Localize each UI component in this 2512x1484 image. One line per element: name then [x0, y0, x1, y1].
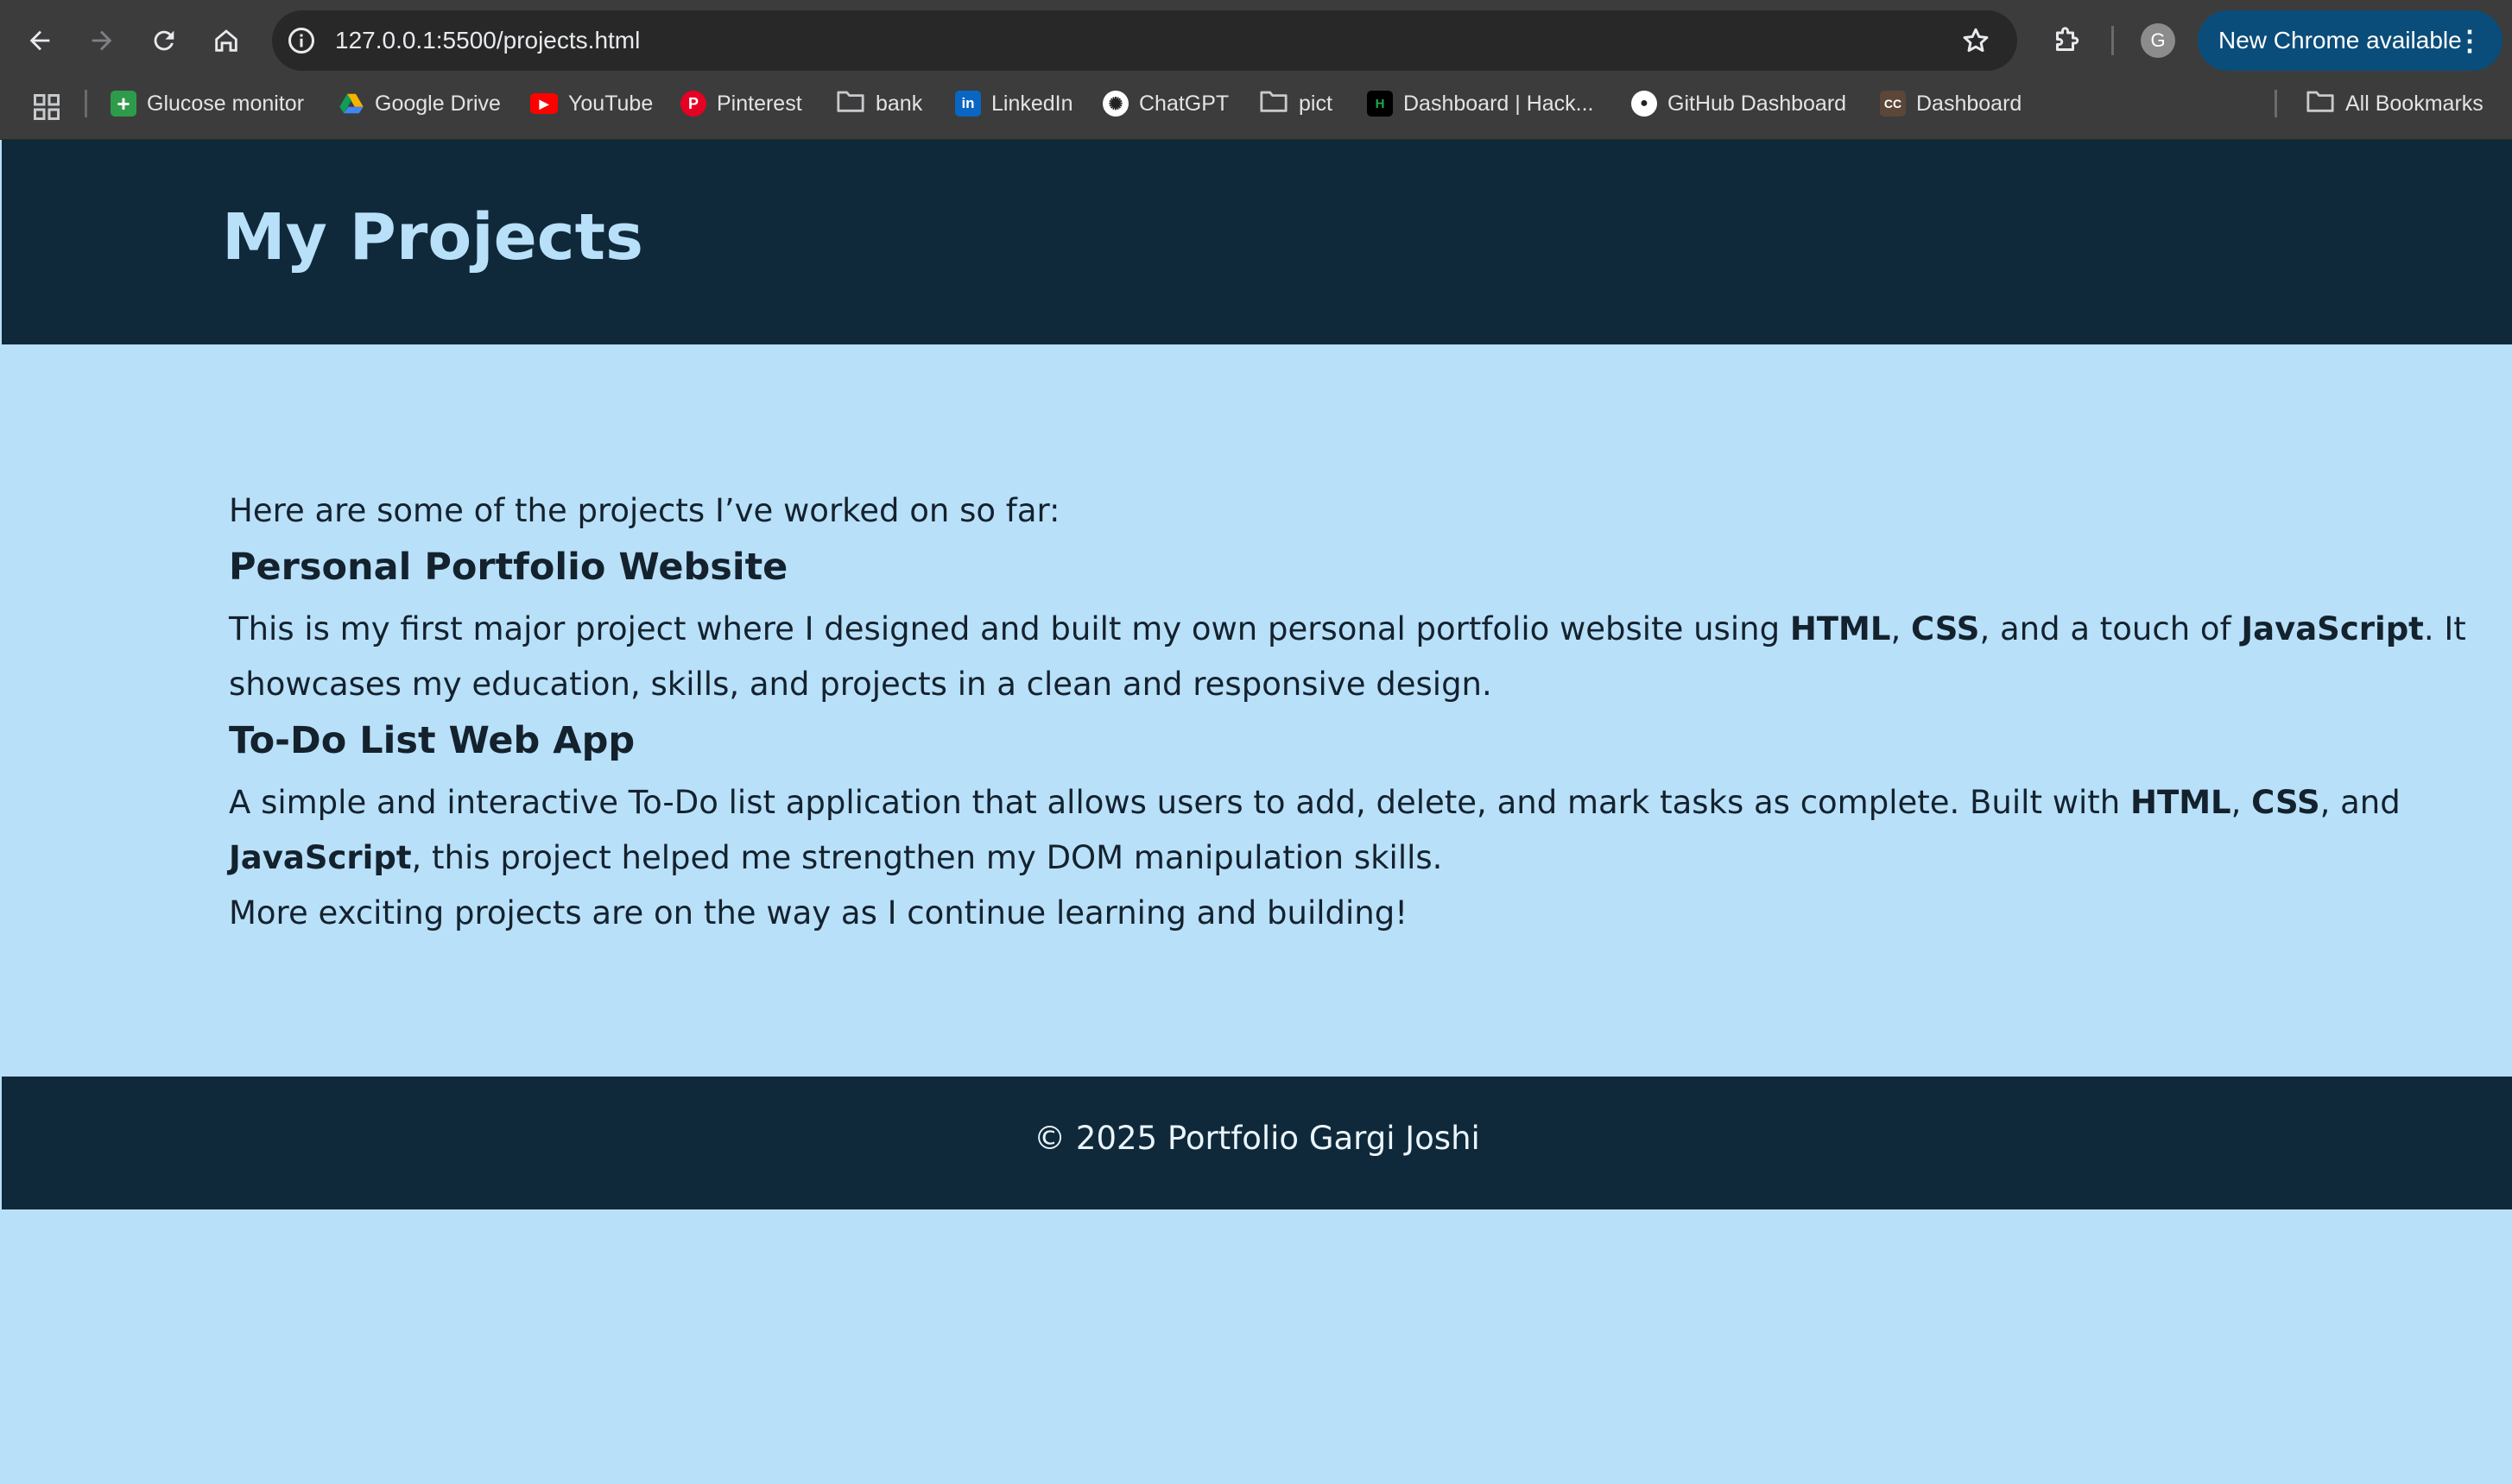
intro-text: Here are some of the projects I’ve worke…	[229, 492, 1060, 529]
bookmark-star-icon[interactable]	[1960, 25, 1991, 56]
browser-toolbar: 127.0.0.1:5500/projects.html G New Chrom…	[0, 0, 2512, 81]
codechef-icon: CC	[1880, 91, 1906, 117]
apps-grid-icon[interactable]	[31, 92, 62, 123]
bookmarks-bar: + Glucose monitor Google Drive ▶ YouTube…	[0, 81, 2512, 140]
bookmark-label: Pinterest	[717, 91, 802, 116]
extensions-puzzle-icon[interactable]	[2046, 20, 2087, 61]
site-footer: © 2025 Portfolio Gargi Joshi	[2, 1077, 2512, 1209]
github-icon: ●	[1631, 91, 1657, 117]
bookmarks-divider	[85, 90, 87, 117]
bookmark-label: LinkedIn	[991, 91, 1073, 116]
project-description-line: JavaScript, this project helped me stren…	[229, 839, 1443, 876]
update-label: New Chrome available	[2218, 27, 2462, 54]
bookmark-folder-pict[interactable]: pict	[1259, 81, 1332, 126]
address-bar[interactable]: 127.0.0.1:5500/projects.html	[272, 10, 2017, 71]
bookmark-label: Dashboard	[1916, 91, 2022, 116]
toolbar-divider	[2111, 26, 2114, 55]
bookmark-chatgpt[interactable]: ✺ ChatGPT	[1103, 81, 1229, 126]
back-arrow-icon[interactable]	[19, 20, 60, 61]
bookmark-codechef-dashboard[interactable]: CC Dashboard	[1880, 81, 2022, 126]
pinterest-icon: P	[680, 91, 706, 117]
chatgpt-icon: ✺	[1103, 91, 1129, 117]
project-description-line: This is my first major project where I d…	[229, 610, 2466, 647]
all-bookmarks-button[interactable]: All Bookmarks	[2306, 81, 2484, 126]
plus-favicon-icon: +	[111, 91, 136, 117]
google-drive-icon	[339, 91, 364, 117]
bookmark-google-drive[interactable]: Google Drive	[339, 81, 501, 126]
bookmark-folder-bank[interactable]: bank	[836, 81, 922, 126]
url-text[interactable]: 127.0.0.1:5500/projects.html	[335, 10, 640, 71]
project-title: To-Do List Web App	[229, 719, 636, 762]
more-menu-icon[interactable]: ⋮	[2456, 10, 2484, 71]
project-description-line: showcases my education, skills, and proj…	[229, 666, 1492, 703]
bookmark-hackerrank-dashboard[interactable]: H Dashboard | Hack...	[1367, 81, 1593, 126]
closing-text: More exciting projects are on the way as…	[229, 894, 1408, 931]
bookmark-label: Glucose monitor	[147, 91, 305, 116]
project-title: Personal Portfolio Website	[229, 546, 788, 589]
bookmark-glucose-monitor[interactable]: + Glucose monitor	[111, 81, 304, 126]
bookmark-label: GitHub Dashboard	[1667, 91, 1847, 116]
hackerrank-icon: H	[1367, 91, 1393, 117]
bookmark-label: pict	[1299, 91, 1332, 116]
new-chrome-available-button[interactable]: New Chrome available ⋮	[2198, 10, 2503, 71]
forward-arrow-icon[interactable]	[81, 20, 123, 61]
bookmark-pinterest[interactable]: P Pinterest	[680, 81, 802, 126]
bookmarks-divider	[2275, 90, 2277, 117]
home-icon[interactable]	[206, 20, 247, 61]
folder-icon	[836, 88, 865, 120]
bookmark-github-dashboard[interactable]: ● GitHub Dashboard	[1631, 81, 1846, 126]
folder-icon	[1259, 88, 1288, 120]
bookmark-linkedin[interactable]: in LinkedIn	[955, 81, 1073, 126]
folder-icon	[2306, 88, 2335, 120]
linkedin-icon: in	[955, 91, 981, 117]
youtube-icon: ▶	[530, 93, 558, 114]
page-title: My Projects	[222, 200, 644, 275]
profile-avatar[interactable]: G	[2141, 23, 2175, 58]
bookmark-label: YouTube	[568, 91, 654, 116]
footer-copyright: © 2025 Portfolio Gargi Joshi	[1034, 1120, 1480, 1157]
bookmark-youtube[interactable]: ▶ YouTube	[530, 81, 653, 126]
bookmark-label: Google Drive	[375, 91, 501, 116]
bookmark-label: All Bookmarks	[2345, 91, 2484, 116]
site-header: My Projects	[2, 140, 2512, 344]
reload-icon[interactable]	[143, 20, 185, 61]
project-description-line: A simple and interactive To-Do list appl…	[229, 784, 2401, 821]
bookmark-label: Dashboard | Hack...	[1403, 91, 1594, 116]
bookmark-label: bank	[876, 91, 923, 116]
site-info-icon[interactable]	[286, 25, 317, 56]
bookmark-label: ChatGPT	[1139, 91, 1230, 116]
